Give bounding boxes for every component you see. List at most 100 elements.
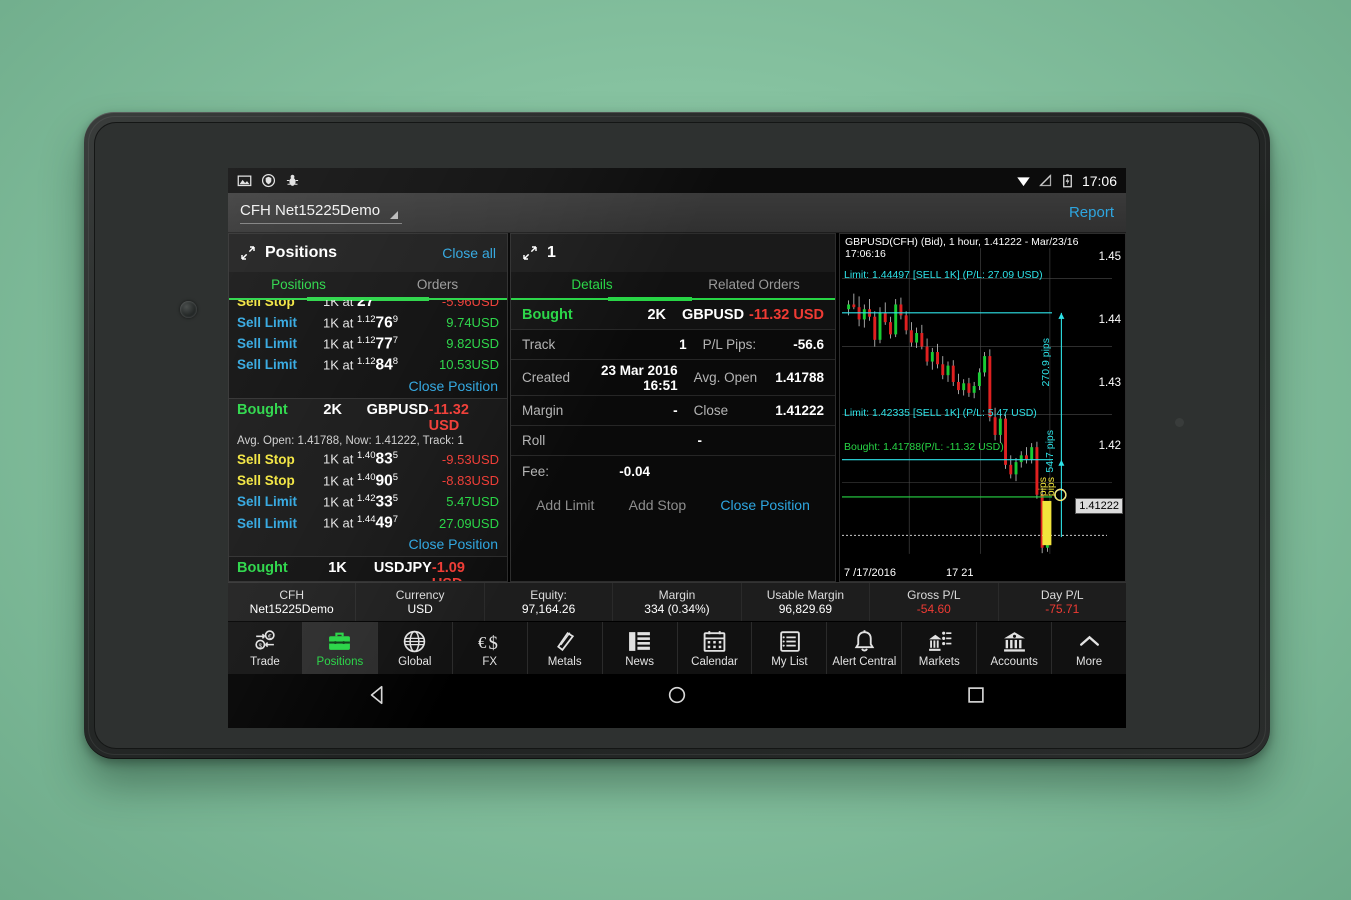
nav-item-fx[interactable]: € $ FX: [453, 622, 528, 674]
list-icon: [780, 630, 800, 652]
tab-positions[interactable]: Positions: [229, 272, 368, 300]
back-icon[interactable]: [367, 684, 389, 706]
details-row-fee: Fee: -0.04: [511, 456, 835, 486]
positions-panel-title: Positions: [265, 244, 338, 261]
order-type: Sell Stop: [237, 473, 295, 489]
nav-item-markets[interactable]: Markets: [902, 622, 978, 674]
bought-line-label: Bought: 1.41788(P/L: -11.32 USD): [844, 441, 1004, 453]
nav-item-trade[interactable]: $ € Trade: [228, 622, 303, 674]
add-stop-button[interactable]: Add Stop: [629, 497, 687, 513]
order-value: 27.09USD: [439, 515, 499, 531]
nav-label: FX: [482, 655, 498, 668]
summary-value: -54.60: [916, 602, 951, 616]
price-chart[interactable]: GBPUSD(CFH) (Bid), 1 hour, 1.41222 - Mar…: [840, 234, 1125, 581]
image-icon: [237, 175, 252, 187]
list-item[interactable]: Sell Stop 1K at 1.40835 -9.53USD: [229, 449, 507, 470]
trade-icon: $ €: [255, 629, 276, 649]
tab-related-orders[interactable]: Related Orders: [673, 272, 835, 300]
signal-off-icon: [1038, 173, 1052, 187]
positions-list[interactable]: Sell Stop 1K at 27 -5.96USD Sell Limit 1…: [229, 300, 507, 581]
nav-label: Metals: [547, 655, 582, 668]
nav-item-positions[interactable]: Positions: [302, 622, 378, 674]
list-item[interactable]: Sell Limit 1K at 1.44497 27.09USD: [229, 513, 507, 534]
nav-item-global[interactable]: Global: [378, 622, 453, 674]
nav-label: More: [1076, 655, 1103, 668]
row-label: Margin: [522, 403, 564, 418]
nav-item-calendar[interactable]: Calendar: [678, 622, 753, 674]
nav-item-more[interactable]: More: [1052, 622, 1126, 674]
limit-line-label-1: Limit: 1.44497 [SELL 1K] (P/L: 27.09 USD…: [844, 269, 1043, 281]
markets-icon: [928, 631, 952, 651]
nav-label: Markets: [918, 655, 960, 668]
close-all-button[interactable]: Close all: [442, 245, 496, 261]
summary-label: Equity:: [530, 588, 567, 602]
expand-icon[interactable]: [240, 245, 256, 261]
position-header[interactable]: Bought 2K GBPUSD -11.32 USD: [229, 397, 507, 435]
row-value: 23 Mar 2016 16:51: [601, 362, 678, 393]
expand-icon[interactable]: [522, 245, 538, 261]
order-qty: 1K at 1.12777: [323, 334, 399, 353]
nav-item-news[interactable]: News: [603, 622, 678, 674]
x-tick-1: 17 21: [946, 567, 974, 579]
list-item[interactable]: Sell Limit 1K at 1.12769 9.74USD: [229, 312, 507, 333]
positions-panel-header: Positions Close all: [229, 234, 507, 272]
tab-details[interactable]: Details: [511, 272, 673, 300]
order-value: 9.74USD: [446, 314, 499, 330]
positions-tabs: Positions Orders: [229, 272, 507, 301]
position-group-gbpusd[interactable]: Bought 2K GBPUSD -11.32 USD Avg. Open: 1…: [229, 397, 507, 557]
status-bar-notification-icons: [237, 173, 300, 188]
svg-text:$: $: [489, 632, 498, 653]
detail-pl: -11.32 USD: [749, 306, 824, 323]
details-header-row: Bought 2K GBPUSD -11.32 USD: [511, 300, 835, 330]
summary-cell-account: CFH Net15225Demo: [228, 583, 357, 621]
globe-icon: [404, 630, 426, 652]
list-item[interactable]: Sell Limit 1K at 1.12777 9.82USD: [229, 333, 507, 354]
position-header-usdjpy[interactable]: Bought 1K USDJPY -1.09 USD: [229, 556, 507, 581]
nav-label: Calendar: [691, 655, 738, 668]
home-icon[interactable]: [666, 684, 688, 706]
row-label-2: Avg. Open: [693, 370, 758, 385]
list-item[interactable]: Sell Stop 1K at 1.40905 -8.83USD: [229, 470, 507, 491]
account-selector[interactable]: CFH Net15225Demo: [240, 202, 403, 224]
details-row-created: Created 23 Mar 2016 16:51 Avg. Open 1.41…: [511, 360, 835, 396]
list-item[interactable]: Sell Limit 1K at 1.42335 5.47USD: [229, 492, 507, 513]
pips-measure-label-4: pips: [1045, 477, 1057, 497]
close-position-button[interactable]: Close Position: [229, 376, 507, 398]
summary-value: 97,164.26: [521, 602, 576, 616]
detail-side: Bought: [522, 306, 573, 323]
nav-item-my-list[interactable]: My List: [752, 622, 828, 674]
recents-icon[interactable]: [965, 684, 987, 706]
bottom-navigation: $ € Trade Positions Global € $ FX Metals…: [228, 622, 1126, 674]
nav-item-alert-central[interactable]: Alert Central: [827, 622, 903, 674]
list-item[interactable]: Sell Limit 1K at 1.12848 10.53USD: [229, 355, 507, 376]
row-value-2: -56.6: [793, 337, 824, 352]
summary-value: 96,829.69: [778, 602, 833, 616]
order-type: Sell Stop: [237, 300, 295, 309]
position-side: Bought: [237, 401, 288, 418]
chart-panel[interactable]: GBPUSD(CFH) (Bid), 1 hour, 1.41222 - Mar…: [839, 233, 1126, 582]
order-qty: 1K at 1.12769: [323, 313, 399, 331]
limit-line-label-2: Limit: 1.42335 [SELL 1K] (P/L: 5.47 USD): [844, 407, 1037, 419]
front-camera: [180, 301, 197, 318]
tab-orders[interactable]: Orders: [368, 272, 507, 300]
close-position-button[interactable]: Close Position: [720, 497, 810, 513]
account-summary-bar: CFH Net15225Demo Currency USD Equity: 97…: [228, 582, 1126, 622]
nav-label: My List: [771, 655, 808, 668]
details-row-roll: Roll -: [511, 426, 835, 456]
summary-cell-currency: Currency USD: [356, 583, 485, 621]
add-limit-button[interactable]: Add Limit: [536, 497, 594, 513]
nav-label: News: [625, 655, 654, 668]
summary-label: Gross P/L: [907, 588, 961, 602]
nav-item-accounts[interactable]: Accounts: [977, 622, 1053, 674]
order-qty: 1K at 1.44497: [323, 514, 399, 532]
close-position-button[interactable]: Close Position: [229, 534, 507, 556]
list-item-clipped[interactable]: Sell Stop 1K at 27 -5.96USD: [229, 300, 507, 312]
report-button[interactable]: Report: [1069, 204, 1114, 221]
summary-value: Net15225Demo: [249, 602, 334, 616]
position-side: Bought: [237, 560, 288, 577]
nav-item-metals[interactable]: Metals: [528, 622, 603, 674]
row-label-2: Close: [693, 403, 729, 418]
row-label: Roll: [522, 433, 546, 448]
row-value-2: 1.41788: [775, 370, 824, 385]
y-tick-144: 1.44: [1098, 314, 1121, 326]
